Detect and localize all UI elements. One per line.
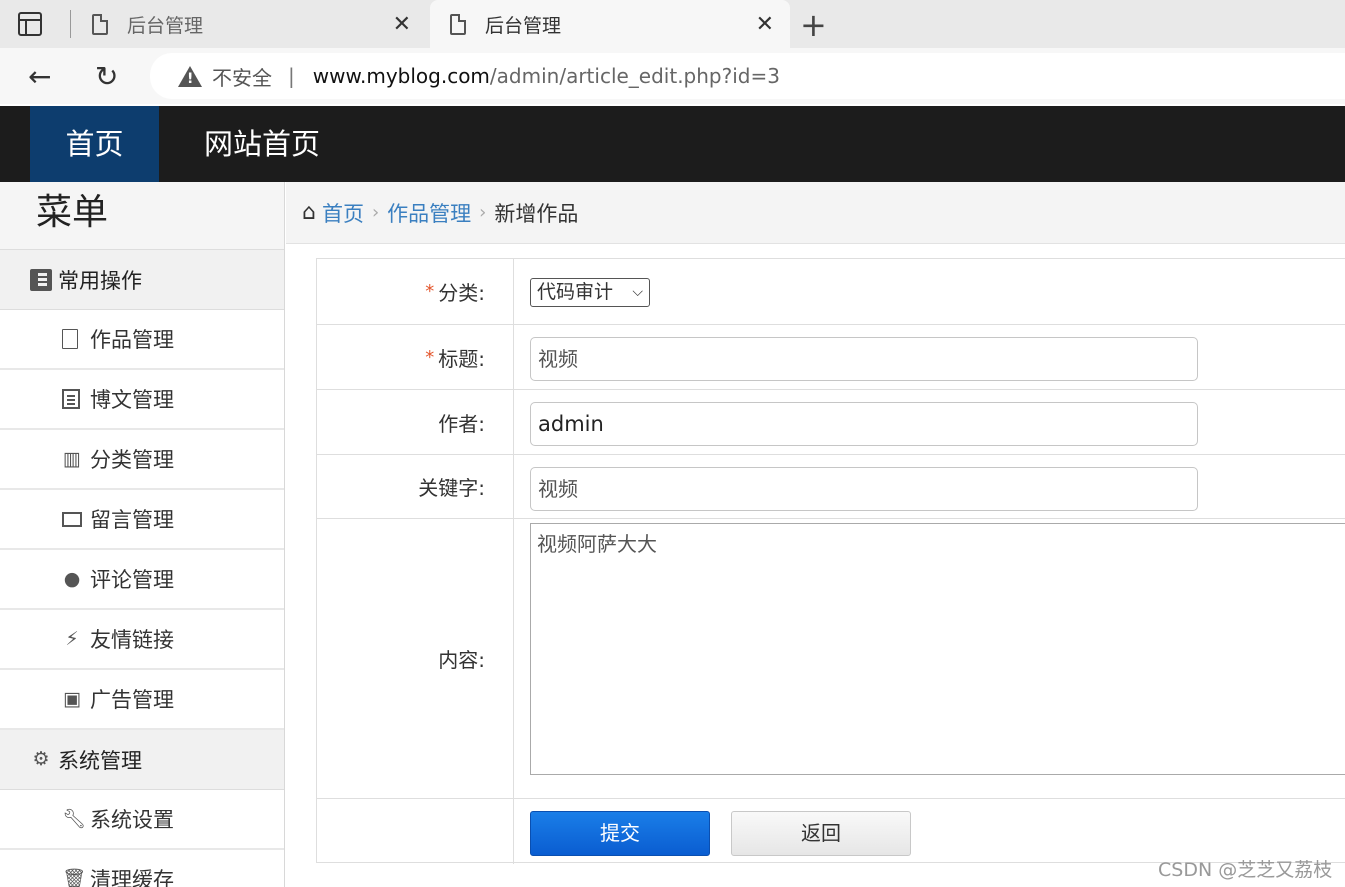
security-label[interactable]: 不安全 (212, 62, 272, 91)
sidebar-item-label: 友情链接 (90, 628, 174, 652)
form-row-title: * 标题: 视频 (317, 325, 1345, 390)
title-input[interactable]: 视频 (530, 337, 1198, 381)
author-label: 作者: (317, 390, 514, 454)
chevron-down-icon: ⌵ (632, 284, 643, 300)
form-row-author: 作者: admin (317, 390, 1345, 455)
keywords-input[interactable]: 视频 (530, 467, 1198, 511)
content-textarea[interactable]: 视频阿萨大大 (530, 523, 1345, 775)
breadcrumb-works[interactable]: 作品管理 (387, 198, 471, 228)
sidebar-item-works[interactable]: 作品管理 (0, 310, 284, 370)
submit-button[interactable]: 提交 (530, 811, 710, 856)
browser-tab-2[interactable]: 后台管理 ✕ (430, 0, 790, 48)
nav-site-home[interactable]: 网站首页 (204, 106, 320, 182)
sidebar-item-ads[interactable]: ▣ 广告管理 (0, 670, 284, 730)
required-marker: * (425, 346, 435, 368)
sidebar: 菜单 常用操作 作品管理 博文管理 ▥ 分类管理 留言管理 ● 评论管理 ⚡ 友… (0, 182, 285, 887)
url-path: /admin/article_edit.php?id=3 (489, 64, 780, 88)
content-label: 内容: (317, 519, 514, 798)
back-button[interactable]: 返回 (731, 811, 911, 856)
menu-title: 菜单 (0, 182, 284, 250)
list-icon (62, 389, 80, 409)
close-tab-icon[interactable]: ✕ (393, 12, 411, 37)
chevron-right-icon: › (479, 202, 487, 223)
nav-home[interactable]: 首页 (30, 106, 159, 182)
sidebar-item-label: 清理缓存 (90, 868, 174, 887)
address-bar-row: ← ↻ 不安全 | www.myblog.com/admin/article_e… (0, 48, 1345, 104)
sidebar-item-settings[interactable]: 🔧︎ 系统设置 (0, 790, 284, 850)
sidebar-item-clear-cache[interactable]: 🗑︎ 清理缓存 (0, 850, 284, 887)
site-header: 首页 网站首页 (0, 106, 1345, 182)
warning-icon (178, 65, 202, 87)
refresh-icon[interactable]: ↻ (95, 60, 118, 93)
menu-group-label: 系统管理 (58, 748, 142, 773)
sidebar-item-messages[interactable]: 留言管理 (0, 490, 284, 550)
back-arrow-icon[interactable]: ← (28, 60, 51, 93)
sidebar-item-categories[interactable]: ▥ 分类管理 (0, 430, 284, 490)
trash-icon: 🗑︎ (62, 868, 87, 887)
close-tab-icon[interactable]: ✕ (756, 12, 774, 37)
category-select[interactable]: 代码审计 ⌵ (530, 278, 650, 307)
url-host: www.myblog.com (312, 64, 490, 88)
home-icon: ⌂ (302, 200, 316, 225)
sidebar-item-label: 分类管理 (90, 448, 174, 472)
url-field[interactable]: 不安全 | www.myblog.com/admin/article_edit.… (150, 53, 1345, 99)
menu-group-system[interactable]: ⚙ 系统管理 (0, 730, 284, 790)
tab-divider (70, 10, 71, 38)
required-marker: * (425, 281, 435, 302)
sidebar-item-posts[interactable]: 博文管理 (0, 370, 284, 430)
breadcrumb-current: 新增作品 (494, 201, 579, 226)
tab-title: 后台管理 (127, 14, 204, 37)
form-row-keywords: 关键字: 视频 (317, 455, 1345, 519)
browser-tab-bar: 后台管理 ✕ 后台管理 ✕ + (0, 0, 1345, 48)
image-icon: ▣ (63, 688, 81, 710)
tab-actions-icon[interactable] (18, 12, 42, 36)
url-separator: | (288, 64, 295, 88)
article-form: * 分类: 代码审计 ⌵ * 标题: 视频 作者: admin 关键字: 视频 内容… (316, 258, 1345, 864)
keywords-label: 关键字: (317, 455, 514, 518)
plug-icon: ⚡ (65, 628, 79, 650)
contact-book-icon (30, 268, 52, 291)
form-row-category: * 分类: 代码审计 ⌵ (317, 259, 1345, 325)
sidebar-item-label: 博文管理 (90, 388, 174, 412)
form-row-content: 内容: 视频阿萨大大 (317, 519, 1345, 799)
sidebar-item-label: 系统设置 (90, 808, 174, 832)
envelope-icon (62, 511, 82, 527)
sidebar-item-label: 作品管理 (90, 328, 174, 352)
sidebar-item-comments[interactable]: ● 评论管理 (0, 550, 284, 610)
author-input[interactable]: admin (530, 402, 1198, 446)
page-icon (92, 13, 108, 35)
category-label: * 分类: (317, 259, 514, 324)
file-icon (62, 329, 78, 349)
tab-title: 后台管理 (485, 14, 562, 37)
title-label: * 标题: (317, 325, 514, 389)
sidebar-item-label: 留言管理 (90, 508, 174, 532)
page-icon (450, 13, 466, 35)
gear-icon: ⚙ (32, 747, 50, 770)
sidebar-item-links[interactable]: ⚡ 友情链接 (0, 610, 284, 670)
library-icon: ▥ (63, 448, 81, 470)
menu-group-label: 常用操作 (58, 268, 142, 293)
breadcrumb: ⌂ 首页 › 作品管理 › 新增作品 (286, 182, 1345, 244)
sidebar-item-label: 评论管理 (90, 568, 174, 592)
chevron-right-icon: › (371, 202, 380, 223)
watermark: CSDN @芝芝又荔枝 (1158, 859, 1333, 881)
browser-tab-1[interactable]: 后台管理 ✕ (72, 0, 427, 48)
comment-icon: ● (63, 568, 81, 590)
wrench-icon: 🔧︎ (62, 808, 87, 830)
new-tab-plus-icon[interactable]: + (800, 6, 827, 44)
breadcrumb-home[interactable]: 首页 (322, 198, 364, 228)
menu-group-common[interactable]: 常用操作 (0, 250, 284, 310)
sidebar-item-label: 广告管理 (90, 688, 174, 712)
actions-label (317, 799, 514, 864)
